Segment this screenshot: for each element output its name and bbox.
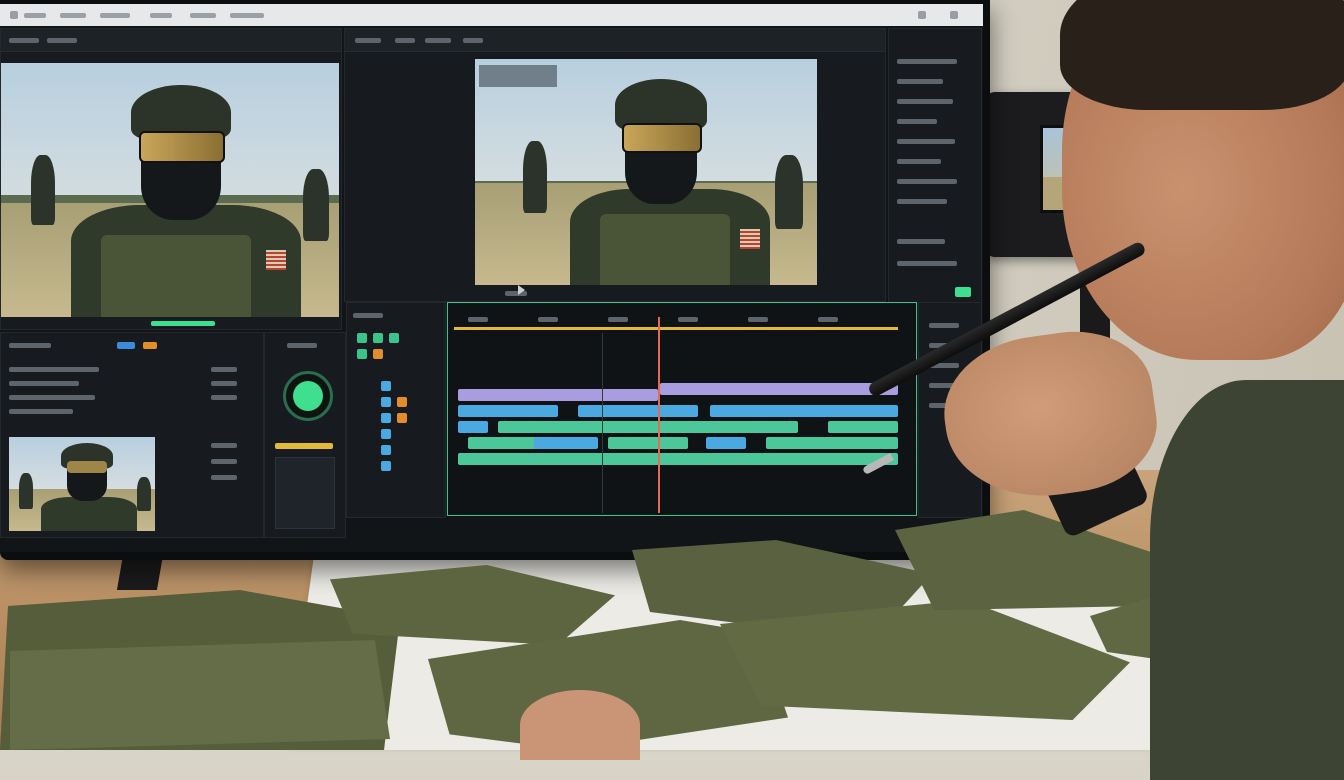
- monitor-stand-left: [116, 555, 164, 590]
- track-toggle[interactable]: [373, 349, 383, 359]
- track-lock[interactable]: [381, 397, 391, 407]
- track-mute[interactable]: [397, 397, 407, 407]
- goggles: [139, 131, 225, 163]
- track-lock[interactable]: [381, 461, 391, 471]
- track-lock[interactable]: [381, 429, 391, 439]
- menu-item[interactable]: [230, 13, 264, 18]
- menu-item[interactable]: [100, 13, 130, 18]
- clip-purple[interactable]: [458, 389, 658, 401]
- clip-green[interactable]: [458, 453, 898, 465]
- status-toggle[interactable]: [955, 287, 971, 297]
- panel-tab[interactable]: [47, 38, 77, 43]
- panel-header: [1, 29, 341, 52]
- clip-blue[interactable]: [710, 405, 898, 417]
- menu-item[interactable]: [190, 13, 216, 18]
- clip-green[interactable]: [766, 437, 898, 449]
- playhead[interactable]: [658, 317, 660, 513]
- clip-blue[interactable]: [534, 437, 598, 449]
- panel-tab[interactable]: [425, 38, 451, 43]
- clip-blue[interactable]: [458, 405, 558, 417]
- track-lock[interactable]: [381, 413, 391, 423]
- clip-purple[interactable]: [660, 383, 898, 395]
- background-soldier: [523, 141, 547, 213]
- play-icon[interactable]: [518, 285, 525, 295]
- source-progress[interactable]: [151, 321, 215, 326]
- clip-blue[interactable]: [578, 405, 698, 417]
- menu-item[interactable]: [60, 13, 86, 18]
- track-toggle[interactable]: [357, 333, 367, 343]
- panel-header: [345, 29, 885, 52]
- timeline-ruler[interactable]: [454, 327, 898, 330]
- level-meter[interactable]: [275, 443, 333, 449]
- clip-blue[interactable]: [458, 421, 488, 433]
- flag-patch: [740, 229, 760, 249]
- app-icon[interactable]: [10, 11, 18, 19]
- background-soldier: [303, 169, 329, 241]
- fabric-stack: [10, 640, 390, 750]
- track-lock[interactable]: [381, 445, 391, 455]
- project-panel: [0, 332, 264, 538]
- flag-patch: [266, 250, 286, 270]
- menu-bar: [0, 4, 983, 26]
- panel-tab[interactable]: [463, 38, 483, 43]
- background-soldier: [775, 155, 803, 229]
- panel-chip[interactable]: [143, 342, 157, 349]
- clip-green[interactable]: [498, 421, 798, 433]
- gauge-icon[interactable]: [283, 371, 333, 421]
- window-control[interactable]: [918, 11, 926, 19]
- panel-tab[interactable]: [9, 38, 39, 43]
- program-video-frame: [475, 59, 817, 285]
- clip-green[interactable]: [608, 437, 688, 449]
- window-control[interactable]: [950, 11, 958, 19]
- person-shoulder: [1150, 380, 1344, 780]
- panel-tab[interactable]: [395, 38, 415, 43]
- track-toggle[interactable]: [373, 333, 383, 343]
- track-lock[interactable]: [381, 381, 391, 391]
- background-soldier: [31, 155, 55, 225]
- source-monitor-panel: [0, 28, 342, 330]
- thumbnail-frame[interactable]: [9, 437, 155, 531]
- clip-blue[interactable]: [706, 437, 746, 449]
- menu-item[interactable]: [150, 13, 172, 18]
- track-toggle[interactable]: [357, 349, 367, 359]
- person-hair: [1060, 0, 1344, 110]
- editing-software-screen: [0, 4, 983, 552]
- track-toggle[interactable]: [389, 333, 399, 343]
- panel-chip[interactable]: [117, 342, 135, 349]
- timeline[interactable]: [447, 302, 917, 516]
- monitor: [0, 0, 990, 560]
- goggles: [622, 123, 702, 153]
- track-mute[interactable]: [397, 413, 407, 423]
- program-monitor-panel: [344, 28, 886, 302]
- overlay-label: [479, 65, 557, 87]
- menu-item[interactable]: [24, 13, 46, 18]
- panel-tab[interactable]: [355, 38, 381, 43]
- source-video-frame: [1, 63, 339, 317]
- gauge-panel: [264, 332, 346, 538]
- clip-green[interactable]: [828, 421, 898, 433]
- track-headers: [346, 302, 446, 518]
